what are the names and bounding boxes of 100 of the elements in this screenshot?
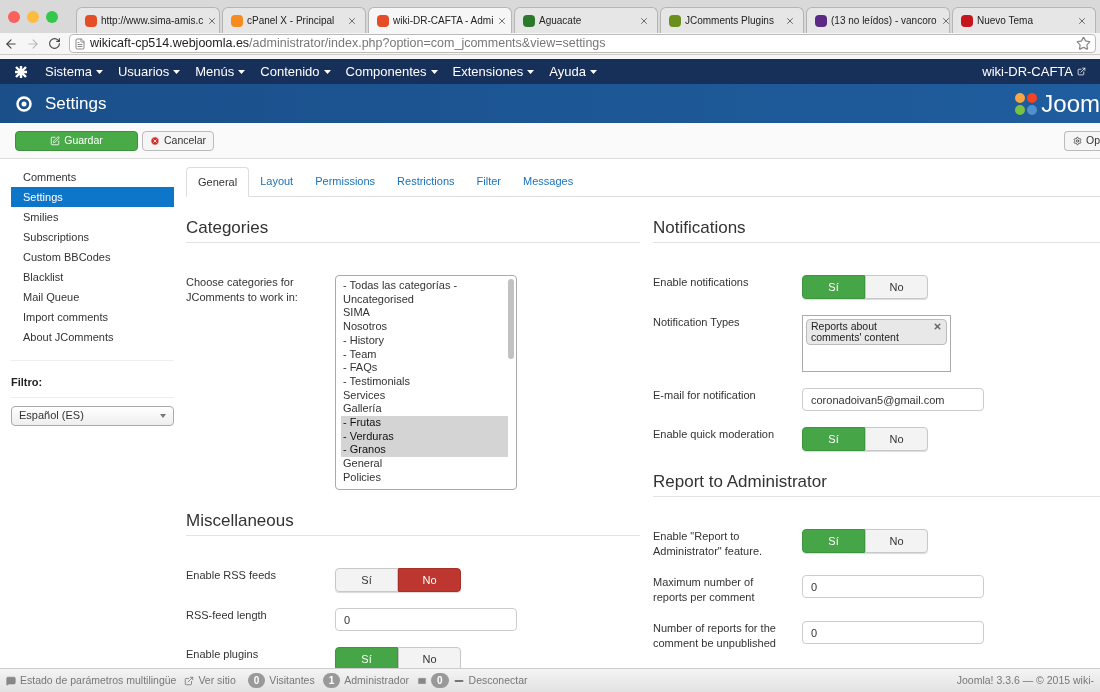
text-field[interactable]: 0 [802,575,984,598]
browser-tab[interactable]: (13 no leídos) - vancoro [806,7,950,33]
cancel-button[interactable]: Cancelar [142,130,214,151]
sidebar-item[interactable]: Smilies [11,207,174,227]
listbox-option[interactable]: Services [341,388,508,403]
close-icon[interactable] [785,15,795,26]
bookmark-star-icon[interactable] [1076,36,1091,51]
listbox-option[interactable]: - FAQs [341,361,508,375]
text-field[interactable]: coronadoivan5@gmail.com [802,388,984,411]
view-site-link[interactable]: Ver sitio [198,672,236,689]
listbox-option[interactable]: - Todas las categorías - [341,279,508,293]
menu-item[interactable]: Extensiones [452,61,535,82]
menu-item[interactable]: Componentes [345,61,438,82]
field-label: Enable notifications [653,275,750,290]
field-label: Maximum number of reports per comment [653,575,756,605]
site-icon [85,14,97,27]
section-heading: Report to Administrator [653,471,828,492]
close-icon[interactable] [347,15,357,26]
browser-tab[interactable]: JComments Plugins [660,7,804,33]
menu-item[interactable]: Usuarios [117,61,181,82]
scrollbar-icon[interactable] [508,279,514,359]
close-window-icon[interactable] [8,10,20,23]
filter-label: Filtro: [11,375,44,390]
listbox-option[interactable]: Gallería [341,402,508,417]
settings-tab[interactable]: Permissions [304,166,387,196]
address-bar[interactable]: wikicaft-cp514.webjoomla.es/administrator/index.php?option=com_jcomments&view=settings [69,34,1096,53]
browser-tab[interactable]: Aguacate [514,7,658,33]
listbox-option[interactable]: General [341,457,508,471]
listbox-option[interactable]: - Granos [341,443,508,458]
toggle-option[interactable]: Sí [335,568,398,592]
admins-label: Administrador [344,672,410,688]
site-icon [815,14,827,27]
caret-icon [590,69,597,74]
sidebar-item[interactable]: Subscriptions [11,227,174,247]
field-label: RSS-feed length [186,608,268,623]
menu-item[interactable]: Ayuda [549,61,597,82]
page-title: Settings [45,92,107,115]
caret-icon [238,69,246,74]
toggle-option[interactable]: No [865,275,928,299]
settings-tab[interactable]: Layout [249,166,305,196]
caret-icon [95,69,103,74]
back-icon[interactable] [4,36,18,51]
sidebar-item[interactable]: Custom BBCodes [11,247,174,267]
toggle-option[interactable]: No [398,647,461,668]
close-icon[interactable] [1077,15,1087,26]
sidebar-item[interactable]: Import comments [11,307,174,327]
menu-item[interactable]: Sistema [45,61,103,82]
sidebar-item[interactable]: Mail Queue [11,287,174,307]
site-link[interactable]: wiki-DR-CAFTA [982,61,1086,82]
text-field[interactable]: 0 [802,621,984,644]
menu-item[interactable]: Menús [195,61,246,82]
logo-icon[interactable] [14,64,28,79]
browser-tab[interactable]: cPanel X - Principal [222,7,366,33]
language-select[interactable]: Español (ES) [11,405,174,426]
close-icon[interactable] [497,15,508,26]
sidebar-item[interactable]: Settings [11,187,174,207]
listbox-option[interactable]: Policies [341,470,508,485]
reload-icon[interactable] [48,37,61,50]
visitors-label: Visitantes [269,672,315,688]
settings-tab[interactable]: Restrictions [386,166,466,196]
toggle-option[interactable]: No [398,568,461,592]
listbox-option[interactable]: SIMA [341,306,508,321]
tags-field[interactable]: Reports about comments' content [802,315,951,372]
field-label: E-mail for notification [653,388,757,403]
sidebar-item[interactable]: Blacklist [11,267,174,287]
listbox-option[interactable]: Nosotros [341,320,508,334]
field-label: Choose categories for JComments to work in: [186,275,299,305]
close-icon[interactable] [207,15,218,26]
toggle-option[interactable]: No [865,427,928,451]
multilanguage-status[interactable]: Estado de parámetros multilingüe [20,672,177,689]
listbox-option[interactable]: - Frutas [341,416,508,430]
url-text: wikicaft-cp514.webjoomla.es/administrator/index.php?option=com_jcomments&view=settings [90,35,606,53]
listbox-option[interactable]: - Testimonials [341,374,508,389]
browser-tab[interactable]: http://www.sima-amis.c [76,7,220,33]
logout-link[interactable]: Desconectar [468,672,528,689]
settings-tab[interactable]: Messages [512,166,585,196]
cancel-icon [150,135,160,146]
listbox-option[interactable]: Uncategorised [341,292,508,307]
toggle-option[interactable]: No [865,529,928,553]
close-icon[interactable] [639,15,649,26]
remove-icon[interactable] [933,322,942,331]
browser-tab[interactable]: wiki-DR-CAFTA - Admi [368,7,512,33]
close-icon[interactable] [940,15,951,26]
options-button[interactable]: Op [1064,130,1100,151]
text-field[interactable]: 0 [335,608,517,631]
category-listbox[interactable]: - Todas las categorías - Uncategorised SIMA Nosotros - History - Team - FAQs - Testimonials Services Gallería - Frutas - Verduras - Granos General Policies [335,275,517,490]
menu-item[interactable]: Contenido [260,61,331,82]
settings-tab[interactable]: Filter [465,166,512,196]
settings-tab[interactable]: General [186,167,250,197]
browser-tab[interactable]: Nuevo Tema [952,7,1096,33]
logo-text: Joom [1041,91,1100,116]
sidebar-item[interactable]: Comments [11,167,174,187]
listbox-option[interactable]: - Team [341,347,508,362]
field-label: Enable "Report to Administrator" feature. [653,529,764,559]
sidebar-item[interactable]: About JComments [11,327,174,347]
external-link-icon [1077,67,1086,76]
external-link-icon [184,675,195,686]
tab-title: Aguacate [539,14,583,28]
listbox-option[interactable]: - History [341,333,508,348]
site-icon [231,14,243,27]
